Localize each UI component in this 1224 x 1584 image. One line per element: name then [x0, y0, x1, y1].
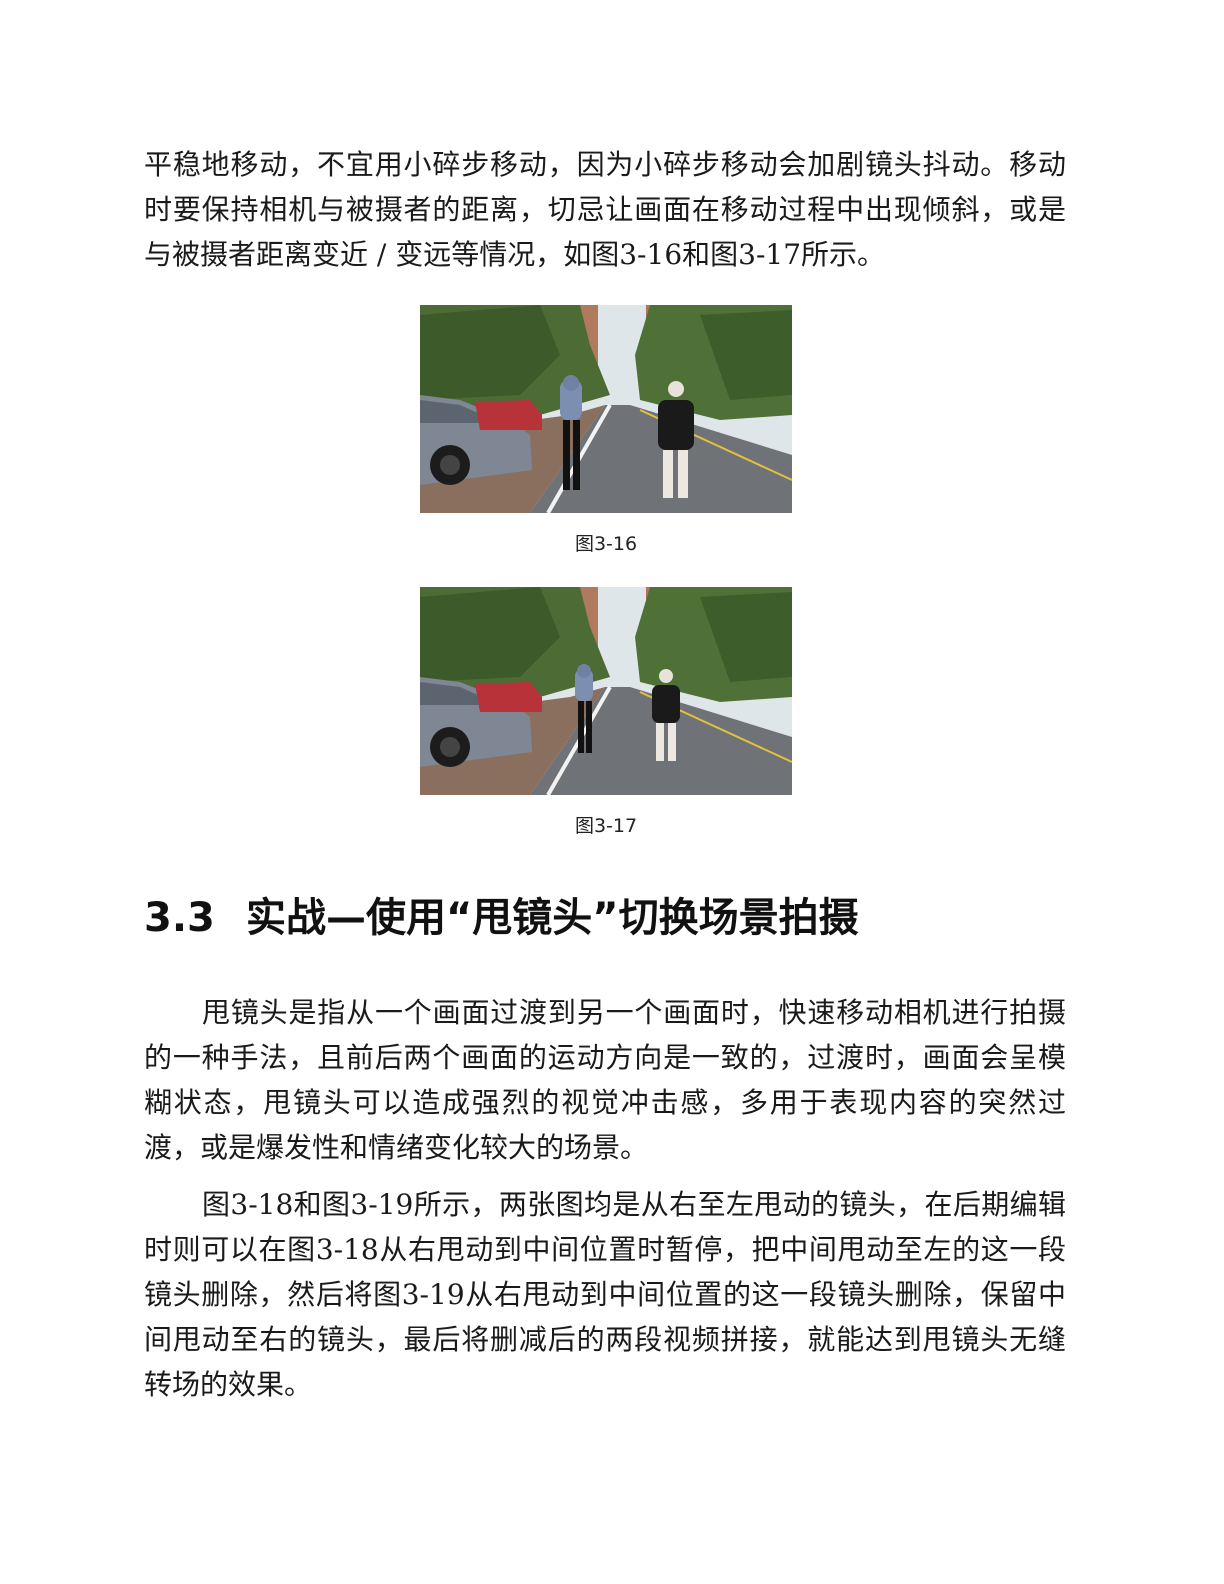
figure-caption: 图3-17: [574, 815, 638, 837]
section-title: 实战—使用“甩镜头”切换场景拍摄: [246, 895, 859, 941]
body-paragraph: 图3-18和图3-19所示，两张图均是从右至左甩动的镜头，在后期编辑时则可以在图…: [144, 1188, 1066, 1401]
figure-3-17-photo: [420, 587, 792, 795]
figure-caption: 图3-16: [574, 533, 638, 555]
intro-paragraph: 平稳地移动，不宜用小碎步移动，因为小碎步移动会加剧镜头抖动。移动时要保持相机与被…: [144, 148, 1066, 271]
section-number: 3.3: [144, 895, 215, 941]
body-paragraph: 甩镜头是指从一个画面过渡到另一个画面时，快速移动相机进行拍摄的一种手法，且前后两…: [144, 996, 1066, 1164]
figure-3-16-photo: [420, 305, 792, 513]
section-heading: 3.3 实战—使用“甩镜头”切换场景拍摄: [144, 888, 859, 948]
document-page: 平稳地移动，不宜用小碎步移动，因为小碎步移动会加剧镜头抖动。移动时要保持相机与被…: [0, 0, 1224, 1584]
